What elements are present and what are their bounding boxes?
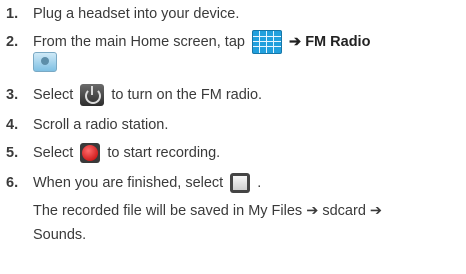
- step-number: 6.: [6, 175, 19, 191]
- step-6-note: The recorded file will be saved in My Fi…: [33, 199, 463, 247]
- step-text-before: Select: [33, 87, 74, 104]
- step-text-before: From the main Home screen, tap: [33, 34, 245, 51]
- step-5: 5. Select to start recording.: [0, 141, 466, 165]
- step-text-before: Select: [33, 145, 74, 162]
- apps-grid-icon: [251, 30, 282, 55]
- record-icon: [80, 143, 101, 164]
- stop-icon: [230, 173, 251, 194]
- step-text-after: .: [257, 175, 262, 192]
- step-number: 1.: [6, 6, 19, 22]
- step-1: 1. Plug a headset into your device.: [0, 2, 466, 26]
- step-number: 3.: [6, 87, 19, 103]
- arrow-icon: ➔: [289, 34, 302, 51]
- step-text-after: to start recording.: [107, 145, 221, 162]
- step-number: 2.: [6, 34, 19, 50]
- step-4: 4. Scroll a radio station.: [0, 113, 466, 137]
- step-2: 2. From the main Home screen, tap ➔ FM R…: [0, 30, 466, 55]
- fm-radio-icon: [33, 52, 57, 72]
- step-text-before: When you are finished, select: [33, 175, 224, 192]
- fm-radio-label: FM Radio: [305, 34, 371, 51]
- note-line-1: The recorded file will be saved in My Fi…: [33, 203, 383, 219]
- step-text: Plug a headset into your device.: [33, 6, 240, 22]
- step-6: 6. When you are finished, select .: [0, 171, 466, 195]
- step-number: 5.: [6, 145, 19, 161]
- step-text-after: to turn on the FM radio.: [111, 87, 263, 104]
- step-text: Select to start recording.: [33, 141, 220, 165]
- step-number: 4.: [6, 117, 19, 133]
- step-text: From the main Home screen, tap ➔ FM Radi…: [33, 30, 371, 55]
- note-line-2: Sounds.: [33, 227, 87, 243]
- step-3: 3. Select to turn on the FM radio.: [0, 83, 466, 107]
- step-text: When you are finished, select .: [33, 171, 261, 195]
- power-icon: [80, 84, 105, 107]
- step-text: Scroll a radio station.: [33, 117, 169, 133]
- step-text: Select to turn on the FM radio.: [33, 83, 262, 107]
